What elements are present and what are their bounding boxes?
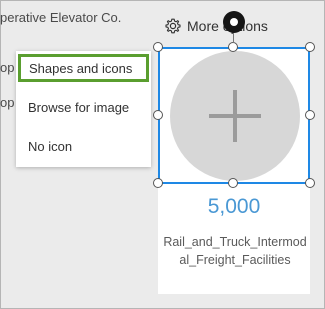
icon-options-menu: Shapes and icons Browse for image No ico…: [16, 51, 151, 167]
background-label: op: [0, 60, 15, 75]
card-caption: Rail_and_Truck_Intermodal_Freight_Facili…: [163, 235, 307, 267]
more-options-button[interactable]: More options: [165, 16, 268, 36]
card-value: 5,000: [207, 195, 261, 218]
menu-item-shapes-and-icons[interactable]: Shapes and icons: [18, 54, 149, 82]
menu-item-browse-for-image[interactable]: Browse for image: [18, 93, 149, 121]
icon-placeholder[interactable]: [170, 51, 300, 181]
plus-icon: [233, 90, 237, 142]
resize-handle-right[interactable]: [305, 110, 315, 120]
background-label: perative Elevator Co.: [0, 10, 122, 25]
resize-handle-top[interactable]: [228, 42, 238, 52]
rotate-handle[interactable]: [223, 11, 245, 33]
background-label: op: [0, 95, 15, 110]
resize-handle-bottom-right[interactable]: [305, 178, 315, 188]
menu-item-no-icon[interactable]: No icon: [18, 132, 149, 160]
resize-handle-bottom[interactable]: [228, 178, 238, 188]
resize-handle-top-left[interactable]: [153, 42, 163, 52]
resize-handle-left[interactable]: [153, 110, 163, 120]
icon-selection-box[interactable]: [158, 47, 310, 184]
gear-icon: [165, 18, 181, 34]
resize-handle-bottom-left[interactable]: [153, 178, 163, 188]
resize-handle-top-right[interactable]: [305, 42, 315, 52]
